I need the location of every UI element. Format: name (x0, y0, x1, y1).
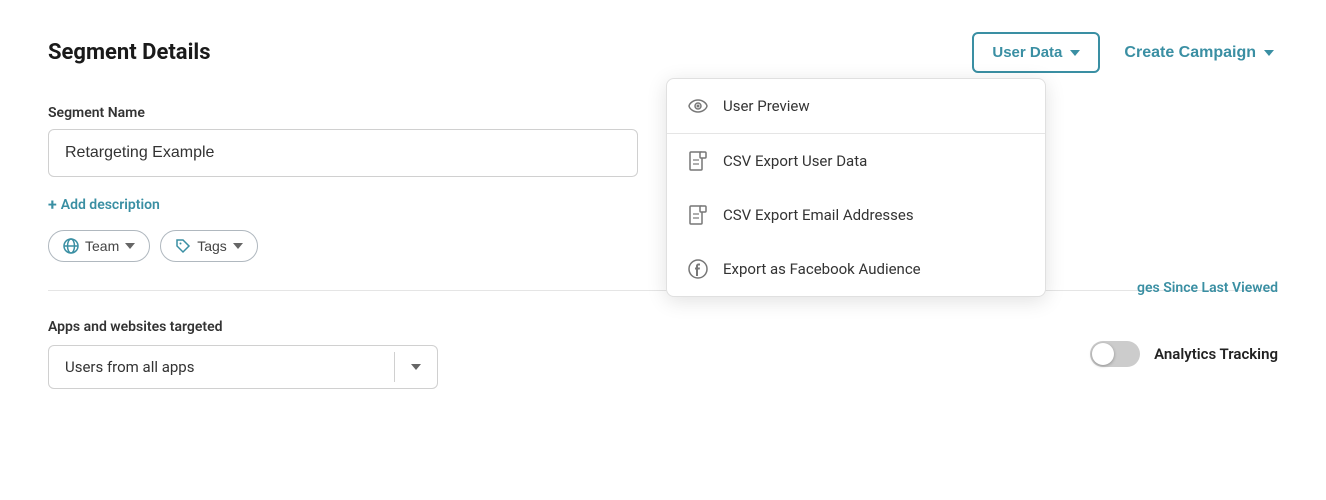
eye-icon (687, 95, 709, 117)
segment-name-label: Segment Name (48, 105, 1278, 121)
segment-name-input[interactable] (48, 129, 638, 177)
analytics-label: Analytics Tracking (1154, 345, 1278, 363)
dropdown-facebook-label: Export as Facebook Audience (723, 260, 921, 278)
dropdown-item-facebook[interactable]: Export as Facebook Audience (667, 242, 1045, 296)
apps-section: Apps and websites targeted Users from al… (48, 319, 1278, 389)
facebook-icon (687, 258, 709, 280)
apps-select-text: Users from all apps (49, 346, 394, 388)
create-campaign-label: Create Campaign (1124, 44, 1256, 62)
apps-left: Apps and websites targeted Users from al… (48, 319, 438, 389)
apps-label: Apps and websites targeted (48, 319, 438, 335)
analytics-toggle[interactable] (1090, 341, 1140, 367)
document-icon-2 (687, 204, 709, 226)
chevron-down-icon (1264, 50, 1274, 56)
segment-name-section: Segment Name (48, 105, 1278, 177)
chevron-down-icon (1070, 50, 1080, 56)
team-button[interactable]: Team (48, 230, 150, 262)
header-row: Segment Details User Data Create Campaig… (48, 32, 1278, 73)
analytics-tracking-section: Analytics Tracking (1090, 341, 1278, 367)
pages-link-text: ges Since Last Viewed (1137, 280, 1278, 296)
chevron-down-icon (411, 364, 421, 370)
tag-buttons-row: Team Tags (48, 230, 1278, 262)
pages-since-last-viewed-link[interactable]: ges Since Last Viewed (1137, 280, 1278, 296)
tags-label: Tags (197, 238, 227, 254)
apps-select[interactable]: Users from all apps (48, 345, 438, 389)
team-label: Team (85, 238, 119, 254)
add-description-link[interactable]: + Add description (48, 195, 1278, 214)
dropdown-csv-user-data-label: CSV Export User Data (723, 152, 867, 170)
dropdown-csv-email-label: CSV Export Email Addresses (723, 206, 914, 224)
apps-select-arrow[interactable] (394, 352, 437, 382)
user-data-button[interactable]: User Data (972, 32, 1100, 73)
tag-icon (175, 238, 191, 254)
document-icon (687, 150, 709, 172)
plus-icon: + (48, 195, 57, 214)
dropdown-item-csv-email[interactable]: CSV Export Email Addresses (667, 188, 1045, 242)
page-title: Segment Details (48, 40, 211, 65)
toggle-knob (1092, 343, 1114, 365)
dropdown-user-preview-label: User Preview (723, 97, 810, 115)
chevron-down-icon (233, 243, 243, 249)
dropdown-item-csv-user-data[interactable]: CSV Export User Data (667, 134, 1045, 188)
user-data-label: User Data (992, 44, 1062, 61)
add-description-label: Add description (61, 197, 160, 213)
chevron-down-icon (125, 243, 135, 249)
dropdown-item-user-preview[interactable]: User Preview (667, 79, 1045, 133)
header-buttons: User Data Create Campaign (972, 32, 1278, 73)
globe-icon (63, 238, 79, 254)
tags-button[interactable]: Tags (160, 230, 258, 262)
user-data-dropdown: User Preview CSV Export User Data (666, 78, 1046, 297)
section-divider (48, 290, 1278, 291)
create-campaign-button[interactable]: Create Campaign (1120, 34, 1278, 72)
